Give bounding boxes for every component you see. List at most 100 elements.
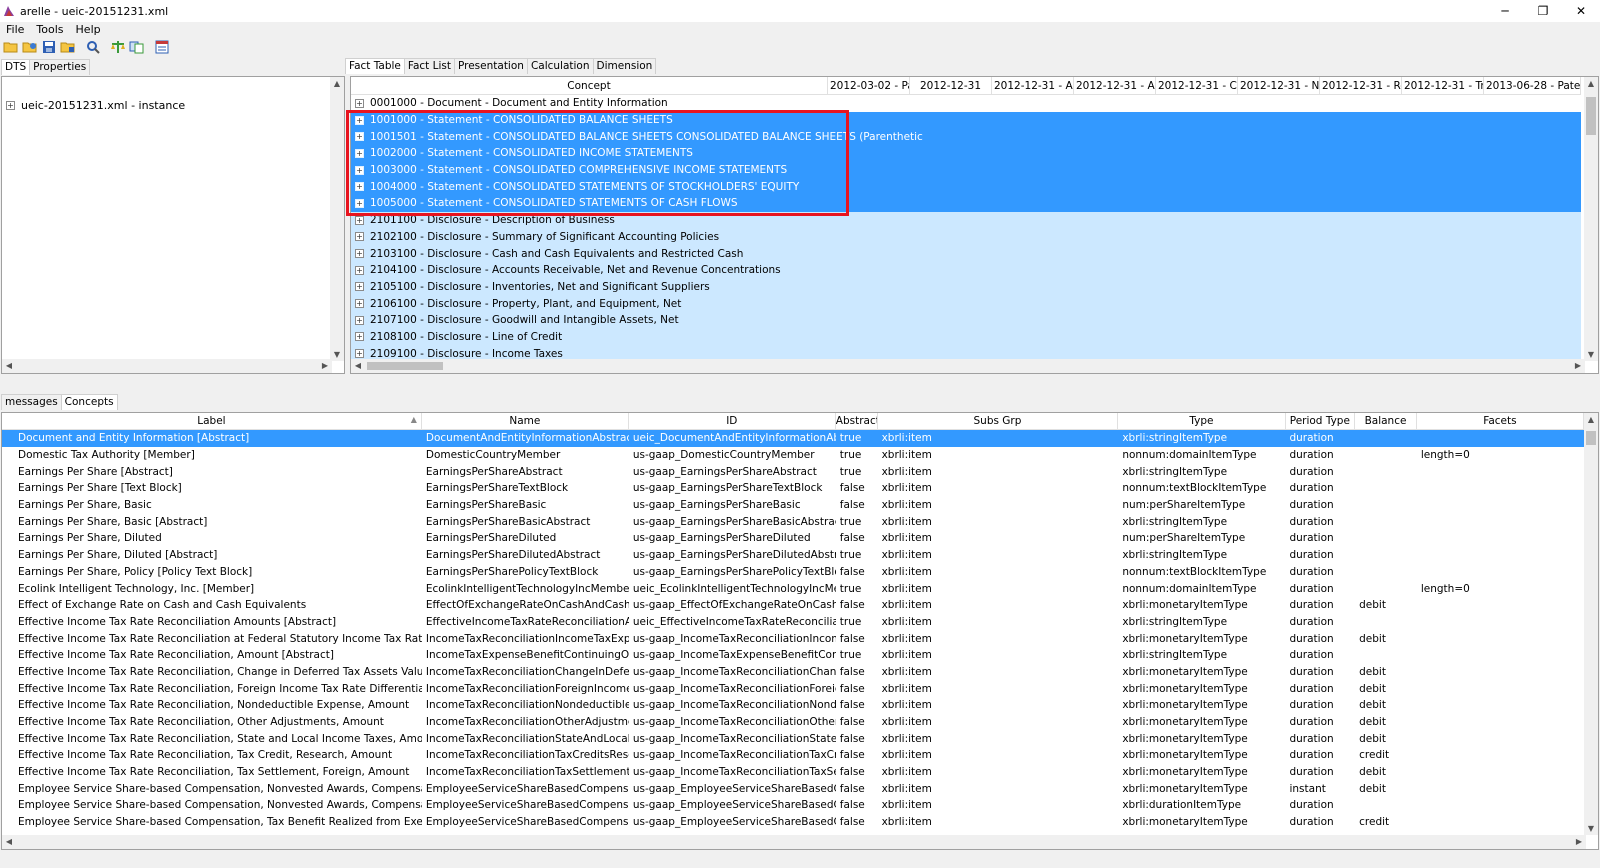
column-header-subs-grp[interactable]: Subs Grp [878, 413, 1119, 429]
column-header-period[interactable]: 2012-12-31 - Com [1156, 77, 1238, 94]
concept-row[interactable]: Earnings Per Share, Diluted EarningsPerSh… [2, 530, 1584, 547]
concept-row[interactable]: Effective Income Tax Rate Reconciliation… [2, 680, 1584, 697]
tab-concepts[interactable]: Concepts [60, 394, 118, 410]
concept-row[interactable]: Employee Service Share-based Compensatio… [2, 797, 1584, 814]
scroll-down-icon[interactable]: ▼ [330, 350, 344, 359]
expand-icon[interactable]: + [6, 101, 15, 110]
concept-row[interactable]: Employee Service Share-based Compensatio… [2, 780, 1584, 797]
column-header-period[interactable]: 2013-06-28 - Pate [1484, 77, 1581, 94]
column-header-balance[interactable]: Balance [1355, 413, 1417, 429]
expand-icon[interactable]: + [355, 299, 364, 309]
scroll-up-icon[interactable]: ▲ [330, 79, 344, 88]
restore-button[interactable]: ❐ [1524, 0, 1562, 22]
expand-icon[interactable]: + [355, 115, 364, 125]
concepts-horizontal-scrollbar[interactable]: ◀ ▶ [2, 835, 1586, 849]
fact-table-row[interactable]: +1001000 - Statement - CONSOLIDATED BALA… [351, 111, 1581, 129]
scroll-right-icon[interactable]: ▶ [318, 361, 332, 370]
expand-icon[interactable]: + [355, 282, 364, 292]
fact-table-row[interactable]: +1005000 - Statement - CONSOLIDATED STAT… [351, 195, 1581, 212]
concept-row[interactable]: Earnings Per Share, Basic EarningsPerShar… [2, 497, 1584, 514]
expand-icon[interactable]: + [355, 148, 364, 158]
concept-row[interactable]: Document and Entity Information [Abstrac… [2, 430, 1584, 447]
column-header-period[interactable]: 2012-12-31 - AOC [992, 77, 1074, 94]
scroll-down-icon[interactable]: ▼ [1584, 350, 1598, 359]
tab-dimension[interactable]: Dimension [592, 58, 657, 74]
concept-row[interactable]: Effective Income Tax Rate Reconciliation… [2, 647, 1584, 664]
expand-icon[interactable]: + [355, 249, 364, 259]
scroll-thumb[interactable] [367, 362, 443, 370]
concept-row[interactable]: Effective Income Tax Rate Reconciliation… [2, 730, 1584, 747]
fact-table-row[interactable]: +0001000 - Document - Document and Entit… [351, 95, 1581, 112]
column-header-period[interactable]: 2012-03-02 - Pate [828, 77, 910, 94]
menu-tools[interactable]: Tools [30, 23, 69, 36]
concepts-vertical-scrollbar[interactable]: ▲ ▼ [1584, 413, 1598, 835]
expand-icon[interactable]: + [355, 349, 364, 359]
column-header-abstract[interactable]: Abstract [836, 413, 878, 429]
fact-table-row[interactable]: +2101100 - Disclosure - Description of B… [351, 211, 1581, 229]
column-header-period[interactable]: 2012-12-31 - Reta [1320, 77, 1402, 94]
scroll-right-icon[interactable]: ▶ [1571, 361, 1585, 370]
expand-icon[interactable]: + [355, 182, 364, 192]
scroll-up-icon[interactable]: ▲ [1584, 415, 1598, 424]
tab-fact-table[interactable]: Fact Table [345, 58, 405, 74]
expand-icon[interactable]: + [355, 165, 364, 175]
tab-fact-list[interactable]: Fact List [403, 58, 455, 74]
concept-row[interactable]: Effective Income Tax Rate Reconciliation… [2, 697, 1584, 714]
tab-presentation[interactable]: Presentation [453, 58, 528, 74]
view-icon[interactable] [153, 38, 171, 56]
concept-row[interactable]: Effective Income Tax Rate Reconciliation… [2, 714, 1584, 731]
menu-file[interactable]: File [0, 23, 30, 36]
expand-icon[interactable]: + [355, 215, 364, 225]
concept-row[interactable]: Effective Income Tax Rate Reconciliation… [2, 664, 1584, 681]
expand-icon[interactable]: + [355, 232, 364, 242]
concept-row[interactable]: Domestic Tax Authority [Member] DomesticC… [2, 447, 1584, 464]
compare-icon[interactable] [128, 38, 146, 56]
open-web-icon[interactable] [21, 38, 39, 56]
concept-row[interactable]: Ecolink Intelligent Technology, Inc. [Me… [2, 580, 1584, 597]
column-header-period[interactable]: 2012-12-31 [910, 77, 992, 94]
expand-icon[interactable]: + [355, 315, 364, 325]
concept-row[interactable]: Effective Income Tax Rate Reconciliation… [2, 747, 1584, 764]
expand-icon[interactable]: + [355, 265, 364, 275]
fact-table-row[interactable]: +1002000 - Statement - CONSOLIDATED INCO… [351, 145, 1581, 162]
dts-vertical-scrollbar[interactable]: ▲ ▼ [330, 77, 344, 361]
fact-table-row[interactable]: +2106100 - Disclosure - Property, Plant,… [351, 295, 1581, 312]
menu-help[interactable]: Help [70, 23, 107, 36]
tab-calculation[interactable]: Calculation [526, 58, 594, 74]
column-header-period[interactable]: 2012-12-31 - Non [1238, 77, 1320, 94]
column-header-period-type[interactable]: Period Type [1286, 413, 1356, 429]
tab-messages[interactable]: messages [1, 394, 62, 410]
concept-row[interactable]: Effect of Exchange Rate on Cash and Cash… [2, 597, 1584, 614]
fact-table-row[interactable]: +1004000 - Statement - CONSOLIDATED STAT… [351, 178, 1581, 196]
concept-row[interactable]: Earnings Per Share, Diluted [Abstract] Ea… [2, 547, 1584, 564]
expand-icon[interactable]: + [355, 132, 364, 142]
fact-vertical-scrollbar[interactable]: ▲ ▼ [1584, 77, 1598, 361]
concept-row[interactable]: Effective Income Tax Rate Reconciliation… [2, 614, 1584, 631]
concept-row[interactable]: Employee Service Share-based Compensatio… [2, 814, 1584, 831]
scroll-down-icon[interactable]: ▼ [1584, 824, 1598, 833]
close-button[interactable]: ✕ [1562, 0, 1600, 22]
scroll-thumb[interactable] [1586, 97, 1596, 135]
scroll-thumb[interactable] [1586, 431, 1596, 445]
fact-table-row[interactable]: +2107100 - Disclosure - Goodwill and Int… [351, 311, 1581, 329]
scroll-left-icon[interactable]: ◀ [2, 361, 16, 370]
expand-icon[interactable]: + [355, 332, 364, 342]
dts-tree-item-instance[interactable]: + ueic-20151231.xml - instance [6, 99, 185, 112]
scroll-up-icon[interactable]: ▲ [1584, 79, 1598, 88]
save-as-icon[interactable] [59, 38, 77, 56]
scroll-right-icon[interactable]: ▶ [1572, 837, 1586, 846]
column-header-facets[interactable]: Facets [1417, 413, 1585, 429]
scroll-left-icon[interactable]: ◀ [351, 361, 365, 370]
dts-horizontal-scrollbar[interactable]: ◀ ▶ [2, 359, 332, 373]
fact-table-row[interactable]: +2105100 - Disclosure - Inventories, Net… [351, 278, 1581, 296]
minimize-button[interactable]: ─ [1486, 0, 1524, 22]
fact-table-row[interactable]: +1003000 - Statement - CONSOLIDATED COMP… [351, 161, 1581, 179]
save-icon[interactable] [40, 38, 58, 56]
fact-table-row[interactable]: +2104100 - Disclosure - Accounts Receiva… [351, 261, 1581, 279]
tab-properties[interactable]: Properties [29, 59, 91, 75]
column-header-concept[interactable]: Concept [351, 77, 828, 94]
open-folder-icon[interactable] [2, 38, 20, 56]
concept-row[interactable]: Effective Income Tax Rate Reconciliation… [2, 764, 1584, 781]
concept-row[interactable]: Earnings Per Share [Abstract] EarningsPer… [2, 463, 1584, 480]
fact-table-row[interactable]: +2102100 - Disclosure - Summary of Signi… [351, 228, 1581, 246]
